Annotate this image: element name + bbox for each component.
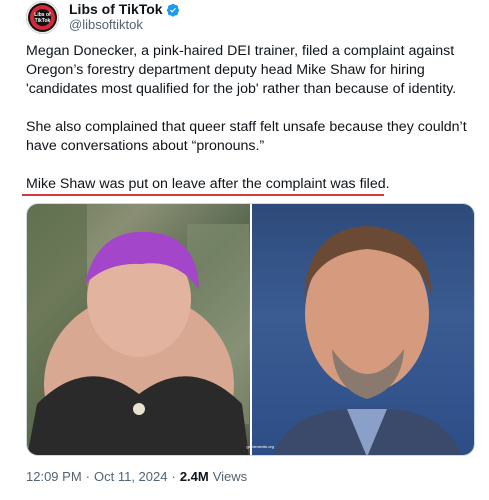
- tweet-paragraph-1: Megan Donecker, a pink-haired DEI traine…: [26, 43, 457, 97]
- author-block: Libs of TikTok @libsoftiktok: [69, 2, 180, 32]
- author-handle[interactable]: @libsoftiktok: [69, 17, 180, 32]
- tweet-text: Megan Donecker, a pink-haired DEI traine…: [26, 42, 476, 194]
- tweet-paragraph-3: Mike Shaw was put on leave after the com…: [26, 176, 390, 192]
- photo-megan-donecker[interactable]: [27, 204, 250, 455]
- tweet-date[interactable]: Oct 11, 2024: [94, 469, 167, 484]
- photo-left-illustration: [27, 204, 249, 455]
- tweet-time[interactable]: 12:09 PM: [26, 469, 82, 484]
- photo-credit: gardenexits.org: [246, 444, 274, 449]
- views-count: 2.4M: [179, 469, 209, 484]
- author-display-name[interactable]: Libs of TikTok: [69, 2, 163, 17]
- tweet-header: Libs of TikTok Libs of TikTok @libsoftik…: [26, 0, 180, 34]
- verified-badge-icon: [166, 3, 179, 17]
- tweet-meta: 12:09 PM · Oct 11, 2024 · 2.4M Views: [26, 469, 247, 484]
- meta-separator: ·: [171, 469, 176, 484]
- photo-right-illustration: [272, 226, 461, 455]
- photo-mike-shaw[interactable]: [251, 204, 474, 455]
- tweet-media[interactable]: gardenexits.org: [26, 203, 475, 456]
- meta-separator: ·: [85, 469, 90, 484]
- author-name-row[interactable]: Libs of TikTok: [69, 2, 180, 17]
- views-label: Views: [212, 469, 248, 484]
- avatar-logo-text: Libs of TikTok: [34, 8, 51, 26]
- avatar[interactable]: Libs of TikTok: [26, 0, 59, 34]
- tweet-paragraph-2: She also complained that queer staff fel…: [26, 119, 467, 154]
- red-underline-annotation: [22, 194, 384, 196]
